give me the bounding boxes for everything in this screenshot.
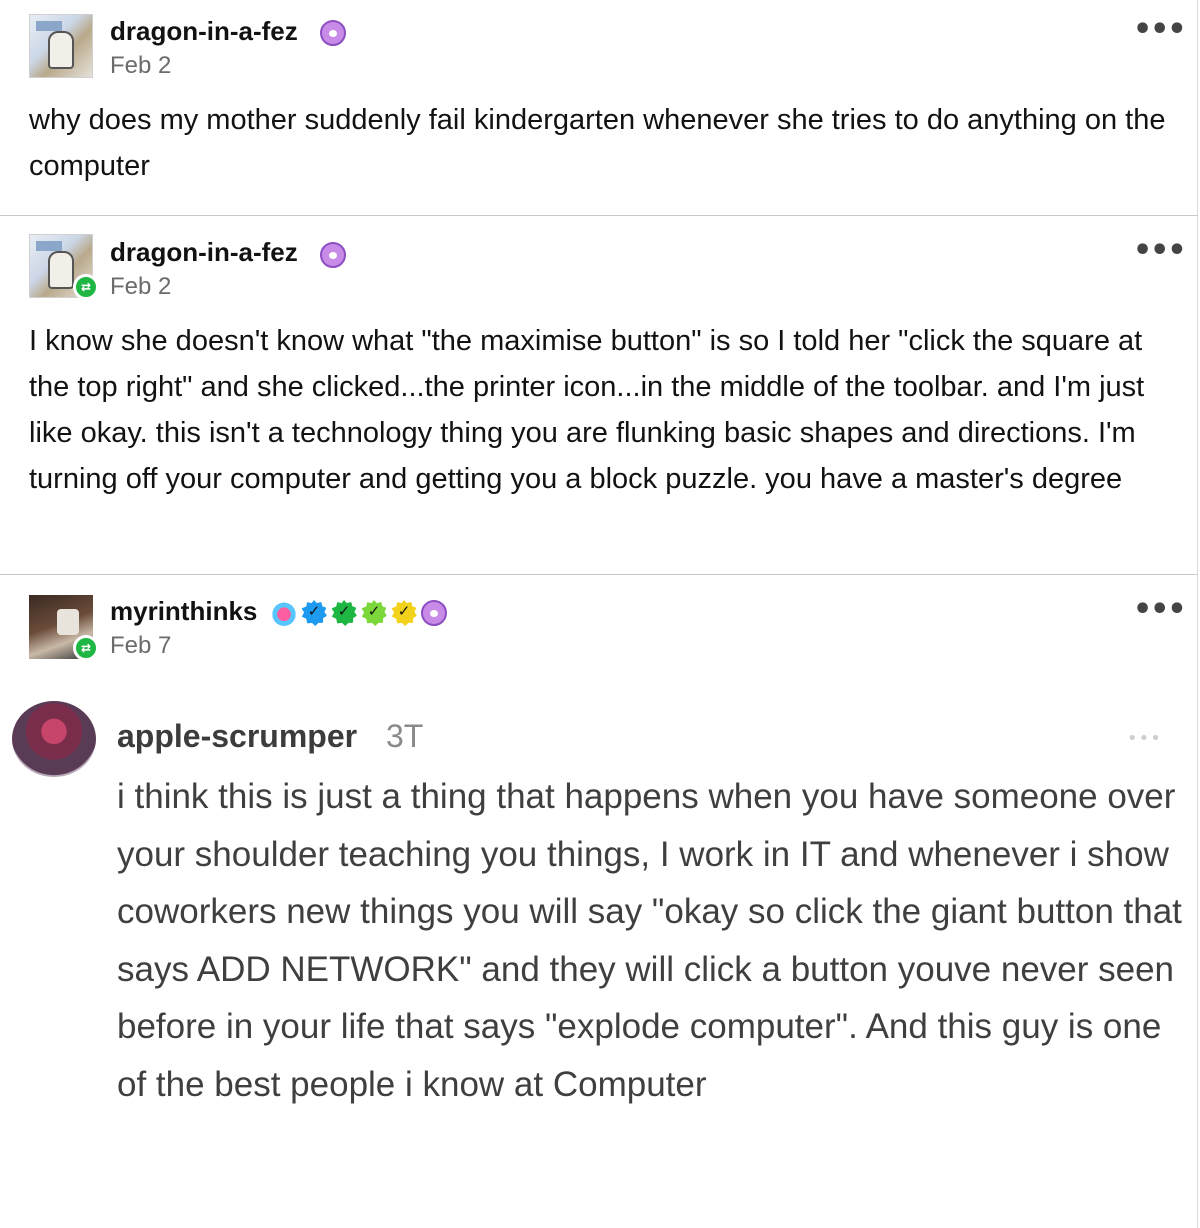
user-badges [271,600,447,626]
more-options-button[interactable]: ••• [1133,595,1187,625]
user-badges [320,20,346,46]
crab-icon[interactable] [271,600,297,626]
reblog-icon: ⇄ [73,274,99,300]
paw-icon[interactable] [320,242,346,268]
reblog-icon: ⇄ [73,635,99,661]
green-check-icon[interactable] [331,600,357,626]
post-original: dragon-in-a-fez Feb 2 ••• why does my mo… [0,0,1198,215]
yellow-check-icon[interactable] [391,600,417,626]
post-username[interactable]: dragon-in-a-fez [110,237,298,268]
comment-text: i think this is just a thing that happen… [117,777,1182,1104]
post-date[interactable]: Feb 2 [110,52,171,80]
user-badges [320,242,346,268]
post-date[interactable]: Feb 7 [110,632,171,660]
avatar[interactable] [29,14,93,78]
post-username[interactable]: dragon-in-a-fez [110,16,298,47]
comment-more-icon: ••• [1127,728,1162,749]
comment-time: 3T [386,718,424,754]
more-options-button[interactable]: ••• [1133,236,1187,266]
post-username[interactable]: myrinthinks [110,596,257,627]
post-reblog: ⇄ dragon-in-a-fez Feb 2 ••• I know she d… [0,216,1198,574]
post-body: why does my mother suddenly fail kinderg… [29,104,1166,182]
comment-username: apple-scrumper [117,718,358,754]
paw-icon[interactable] [421,600,447,626]
blue-check-icon[interactable] [301,600,327,626]
post-date[interactable]: Feb 2 [110,273,171,301]
lime-check-icon[interactable] [361,600,387,626]
post-body: I know she doesn't know what "the maximi… [29,325,1145,495]
more-options-button[interactable]: ••• [1133,15,1187,45]
paw-icon[interactable] [320,20,346,46]
comment-avatar [12,701,96,777]
